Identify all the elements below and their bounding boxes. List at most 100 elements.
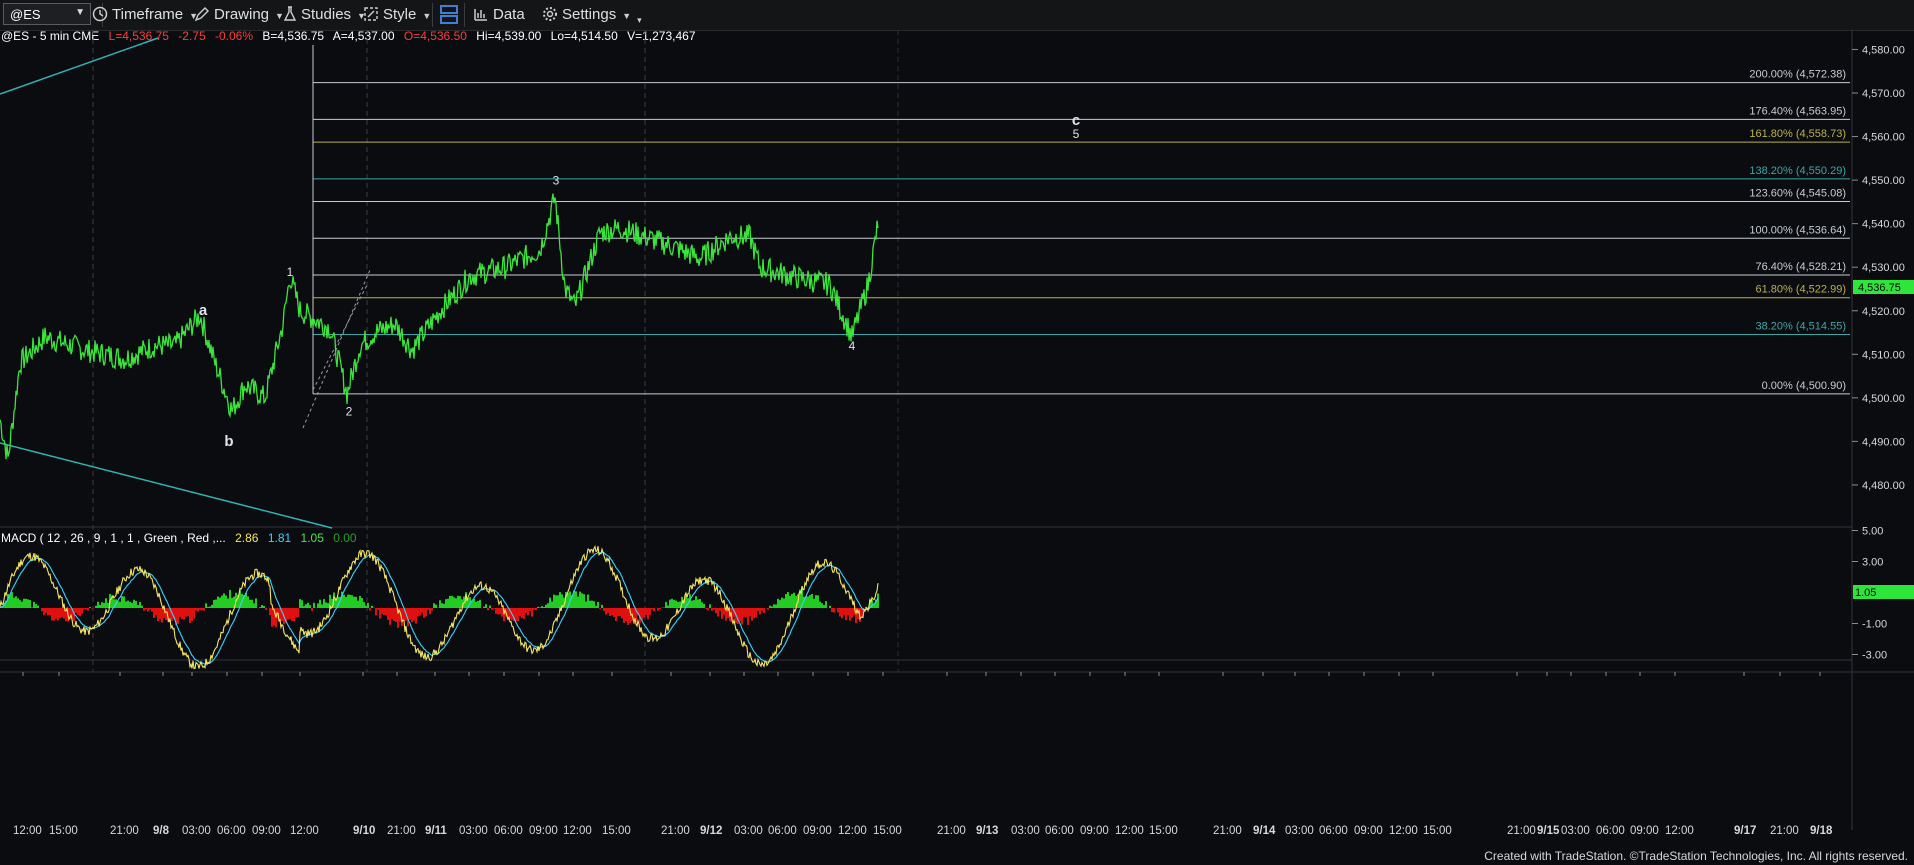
upper-trendline[interactable] bbox=[0, 37, 159, 95]
instrument-label: @ES - 5 min CME bbox=[1, 30, 99, 43]
wave-label: 2 bbox=[346, 404, 353, 418]
price-tick-label: 4,480.00 bbox=[1862, 480, 1905, 492]
wave-label: 3 bbox=[553, 173, 560, 187]
fib-level-label: 0.00% (4,500.90) bbox=[1762, 380, 1846, 392]
time-axis-label: 06:00 bbox=[494, 825, 523, 837]
price-tick-label: 4,540.00 bbox=[1862, 219, 1905, 231]
chevron-down-icon: ▼ bbox=[75, 7, 85, 18]
time-axis-label: 15:00 bbox=[873, 825, 902, 837]
fib-level-label: 123.60% (4,545.08) bbox=[1749, 188, 1846, 200]
timeframe-menu[interactable]: Timeframe ▼ bbox=[92, 6, 198, 23]
time-axis-label: 9/14 bbox=[1253, 825, 1276, 837]
style-menu[interactable]: Style ▼ bbox=[363, 6, 431, 23]
fib-level-label: 38.20% (4,514.55) bbox=[1755, 320, 1846, 332]
time-axis-label: 15:00 bbox=[1149, 825, 1178, 837]
price-tick-label: 4,500.00 bbox=[1862, 393, 1905, 405]
data-menu[interactable]: Data bbox=[473, 6, 525, 23]
time-axis-label: 21:00 bbox=[110, 825, 139, 837]
studies-label: Studies bbox=[301, 6, 352, 23]
time-axis-label: 21:00 bbox=[387, 825, 416, 837]
price-tick-label: 4,550.00 bbox=[1862, 175, 1905, 187]
drawing-menu[interactable]: Drawing ▼ bbox=[194, 6, 284, 23]
time-axis-label: 15:00 bbox=[1423, 825, 1452, 837]
time-axis-label: 9/8 bbox=[153, 825, 170, 837]
macd-tick-label: -1.00 bbox=[1862, 619, 1887, 631]
symbol-select[interactable]: @ES ▼ bbox=[3, 3, 91, 25]
fib-level-label: 100.00% (4,536.64) bbox=[1749, 224, 1846, 236]
macd-hist: 1.05 bbox=[301, 531, 325, 545]
high-value: Hi=4,539.00 bbox=[476, 30, 541, 43]
time-axis-label: 09:00 bbox=[1630, 825, 1659, 837]
time-axis-label: 9/17 bbox=[1734, 825, 1756, 837]
last-price: L=4,536.75 bbox=[109, 30, 170, 43]
clock-icon bbox=[92, 6, 108, 22]
bar-chart-icon bbox=[474, 9, 487, 21]
macd-value: 2.86 bbox=[235, 531, 259, 545]
svg-text:@ES - 5 min CME L=4,536.7: @ES - 5 min CME L=4,536.75 -2.75 -0.06% … bbox=[1, 30, 696, 43]
time-axis-label: 21:00 bbox=[937, 825, 966, 837]
price-chart[interactable]: @ES - 5 min CME L=4,536.75 -2.75 -0.06% … bbox=[0, 30, 1914, 865]
time-axis-label: 21:00 bbox=[661, 825, 690, 837]
settings-menu[interactable]: Settings ▼ ▾ bbox=[542, 6, 642, 26]
time-axis-label: 03:00 bbox=[1285, 825, 1314, 837]
style-label: Style bbox=[383, 6, 417, 23]
fib-level-label: 61.80% (4,522.99) bbox=[1755, 284, 1846, 296]
time-axis-label: 03:00 bbox=[182, 825, 211, 837]
time-axis-label: 12:00 bbox=[1115, 825, 1144, 837]
macd-zero: 0.00 bbox=[333, 531, 357, 545]
macd-title: MACD ( 12 , 26 , 9 , 1 , 1 , Green , Red… bbox=[1, 531, 226, 545]
time-axis-label: 03:00 bbox=[1011, 825, 1040, 837]
data-label: Data bbox=[493, 6, 525, 23]
time-axis-label: 9/10 bbox=[353, 825, 375, 837]
time-axis-label: 06:00 bbox=[1045, 825, 1074, 837]
fib-level-label: 76.40% (4,528.21) bbox=[1755, 261, 1846, 273]
studies-menu[interactable]: Studies ▼ bbox=[283, 6, 366, 23]
time-axis-label: 09:00 bbox=[803, 825, 832, 837]
channel-line bbox=[312, 284, 368, 391]
price-series[interactable] bbox=[0, 193, 879, 460]
time-axis-label: 06:00 bbox=[768, 825, 797, 837]
time-axis-label: 12:00 bbox=[838, 825, 867, 837]
price-tick-label: 4,560.00 bbox=[1862, 132, 1905, 144]
drawing-label: Drawing bbox=[214, 6, 270, 23]
layout-button[interactable] bbox=[440, 4, 462, 27]
gear-icon bbox=[543, 7, 557, 21]
current-price-label: 4,536.75 bbox=[1858, 282, 1901, 294]
time-axis-label: 12:00 bbox=[290, 825, 319, 837]
price-tick-label: 4,530.00 bbox=[1862, 262, 1905, 274]
time-axis-label: 12:00 bbox=[13, 825, 42, 837]
time-axis-label: 03:00 bbox=[734, 825, 763, 837]
price-tick-label: 4,570.00 bbox=[1862, 88, 1905, 100]
time-axis-label: 15:00 bbox=[602, 825, 631, 837]
wave-label: 5 bbox=[1073, 127, 1080, 141]
macd-tick-label: 5.00 bbox=[1862, 526, 1883, 538]
time-axis-label: 09:00 bbox=[529, 825, 558, 837]
layout-icon bbox=[440, 5, 458, 24]
time-axis-label: 12:00 bbox=[563, 825, 592, 837]
time-axis-label: 15:00 bbox=[49, 825, 78, 837]
time-axis-label: 9/12 bbox=[700, 825, 722, 837]
settings-label: Settings bbox=[562, 6, 617, 23]
fib-level-label: 138.20% (4,550.29) bbox=[1749, 165, 1846, 177]
time-axis-label: 03:00 bbox=[1561, 825, 1590, 837]
wave-label: 1 bbox=[287, 265, 294, 279]
open-value: O=4,536.50 bbox=[404, 30, 467, 43]
macd-signal: 1.81 bbox=[268, 531, 292, 545]
time-axis-label: 21:00 bbox=[1770, 825, 1799, 837]
macd-current-label: 1.05 bbox=[1855, 587, 1876, 599]
fib-level-label: 200.00% (4,572.38) bbox=[1749, 69, 1846, 81]
time-axis-label: 21:00 bbox=[1507, 825, 1536, 837]
time-axis-label: 9/11 bbox=[425, 825, 447, 837]
lower-trendline[interactable] bbox=[0, 442, 333, 529]
time-axis-label: 09:00 bbox=[1354, 825, 1383, 837]
time-axis-label: 06:00 bbox=[1596, 825, 1625, 837]
wave-label: b bbox=[224, 433, 233, 450]
change-pct: -0.06% bbox=[215, 30, 253, 43]
time-axis-label: 06:00 bbox=[217, 825, 246, 837]
time-axis-label: 03:00 bbox=[459, 825, 488, 837]
time-axis-label: 21:00 bbox=[1213, 825, 1242, 837]
fib-level-label: 176.40% (4,563.95) bbox=[1749, 105, 1846, 117]
fib-level-label: 161.80% (4,558.73) bbox=[1749, 128, 1846, 140]
toolbar: @ES ▼ Timeframe ▼ Drawing ▼ Studies ▼ Style… bbox=[0, 0, 1914, 31]
time-axis-label: 9/13 bbox=[976, 825, 998, 837]
